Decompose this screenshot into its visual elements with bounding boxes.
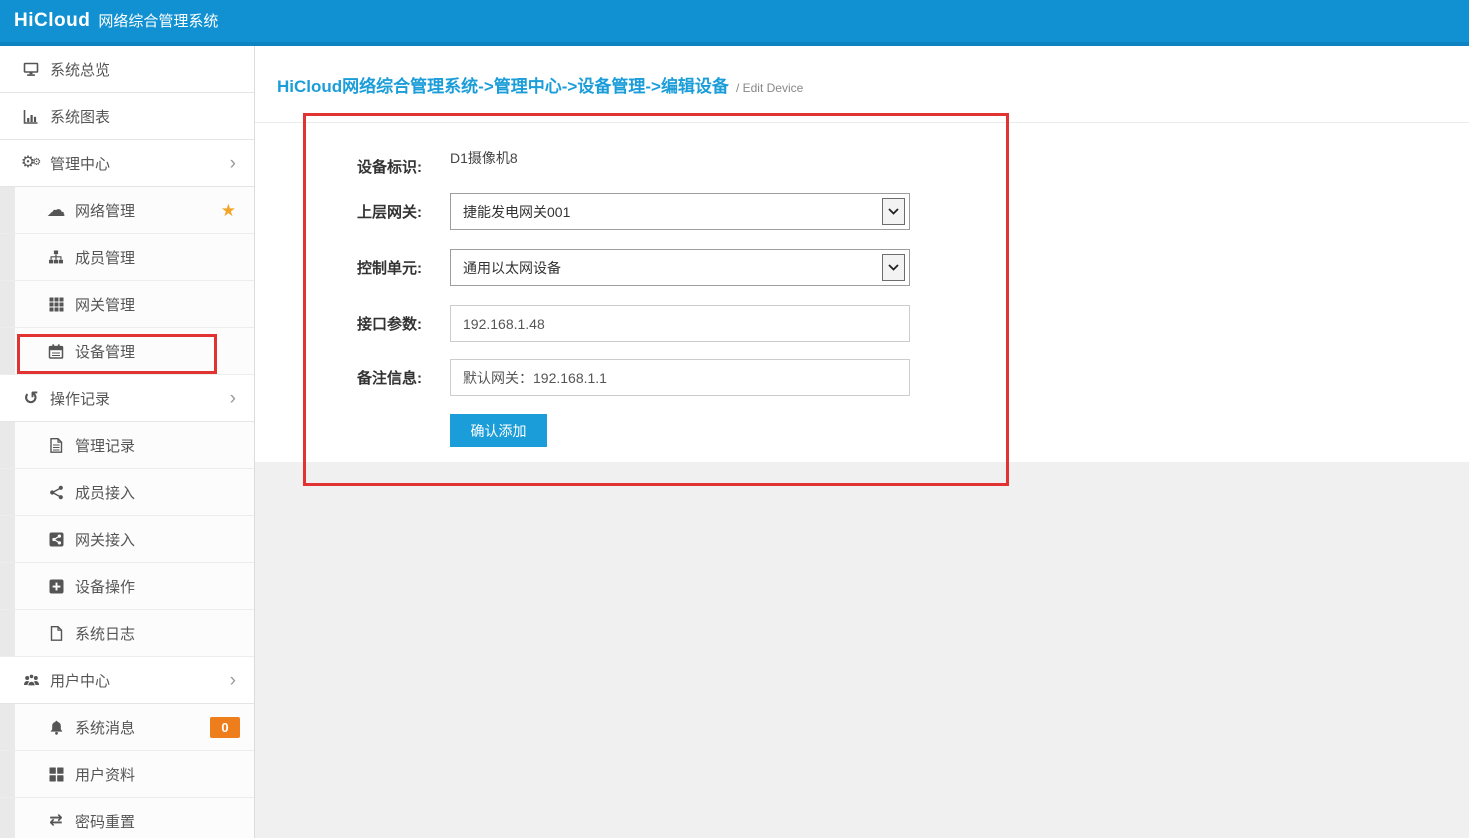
file-icon [45, 626, 67, 641]
sidebar-item-label: 网络管理 [75, 200, 135, 221]
interface-params-label: 接口参数: [325, 313, 422, 334]
sidebar-item-management-center[interactable]: ⚙⚙ 管理中心 › [0, 140, 254, 187]
sidebar-item-system-messages[interactable]: 系统消息 0 [0, 704, 254, 751]
users-icon [20, 673, 42, 688]
th-large-icon [45, 767, 67, 782]
sidebar-item-label: 操作记录 [50, 388, 110, 409]
main-content: HiCloud网络综合管理系统->管理中心->设备管理->编辑设备/ Edit … [255, 46, 1469, 838]
form-row-remark: 备注信息: [325, 359, 910, 396]
sidebar-item-operation-records[interactable]: ↺ 操作记录 › [0, 375, 254, 422]
sidebar-item-label: 成员管理 [75, 247, 135, 268]
sidebar: 系统总览 系统图表 ⚙⚙ 管理中心 › ☁ 网络管理 ★ 成员管理 [0, 46, 255, 838]
content-background [255, 462, 1469, 838]
bar-chart-icon [20, 109, 42, 124]
bell-icon [45, 720, 67, 735]
sidebar-item-device-operation[interactable]: 设备操作 [0, 563, 254, 610]
breadcrumb-separator: -> [645, 77, 661, 96]
device-id-value: D1摄像机8 [450, 147, 518, 168]
breadcrumb-separator: -> [478, 77, 494, 96]
sidebar-item-label: 成员接入 [75, 482, 135, 503]
upper-gateway-select[interactable]: 捷能发电网关001 [450, 193, 910, 230]
control-unit-label: 控制单元: [325, 257, 422, 278]
sidebar-item-network-management[interactable]: ☁ 网络管理 ★ [0, 187, 254, 234]
retweet-icon: ⇄ [45, 813, 67, 829]
breadcrumb: HiCloud网络综合管理系统->管理中心->设备管理->编辑设备/ Edit … [255, 46, 1469, 123]
sidebar-item-label: 系统总览 [50, 59, 110, 80]
control-unit-select[interactable]: 通用以太网设备 [450, 249, 910, 286]
desktop-icon [20, 62, 42, 77]
form-row-device-id: 设备标识: D1摄像机8 [325, 147, 518, 177]
sidebar-item-label: 管理中心 [50, 153, 110, 174]
sidebar-item-password-reset[interactable]: ⇄ 密码重置 [0, 798, 254, 838]
sidebar-item-system-charts[interactable]: 系统图表 [0, 93, 254, 140]
sidebar-item-label: 网关接入 [75, 529, 135, 550]
cloud-icon: ☁ [45, 201, 67, 220]
form-row-control-unit: 控制单元: 通用以太网设备 [325, 249, 910, 286]
sidebar-item-member-management[interactable]: 成员管理 [0, 234, 254, 281]
sidebar-item-member-access[interactable]: 成员接入 [0, 469, 254, 516]
history-icon: ↺ [20, 389, 42, 407]
upper-gateway-selected-value: 捷能发电网关001 [463, 202, 882, 222]
breadcrumb-segment-management-center[interactable]: 管理中心 [494, 77, 562, 96]
chevron-right-icon: › [230, 671, 236, 690]
sidebar-item-label: 系统消息 [75, 717, 135, 738]
brand-subtitle: 网络综合管理系统 [98, 10, 218, 31]
sitemap-icon [45, 250, 67, 265]
sidebar-item-label: 用户资料 [75, 764, 135, 785]
sidebar-item-label: 网关管理 [75, 294, 135, 315]
favorite-star-icon: ★ [221, 202, 236, 219]
cogs-icon: ⚙⚙ [20, 155, 42, 171]
interface-params-input[interactable] [450, 305, 910, 342]
confirm-add-button[interactable]: 确认添加 [450, 414, 547, 447]
chevron-right-icon: › [230, 154, 236, 173]
sidebar-item-user-profile[interactable]: 用户资料 [0, 751, 254, 798]
plus-square-icon [45, 579, 67, 594]
form-row-interface-params: 接口参数: [325, 305, 910, 342]
edit-device-form: 设备标识: D1摄像机8 上层网关: 捷能发电网关001 控制单元: 通用以太网… [255, 123, 1469, 462]
upper-gateway-label: 上层网关: [325, 201, 422, 222]
breadcrumb-segment-home[interactable]: HiCloud网络综合管理系统 [277, 77, 478, 96]
sidebar-item-system-logs[interactable]: 系统日志 [0, 610, 254, 657]
sidebar-item-label: 系统图表 [50, 106, 110, 127]
chevron-right-icon: › [230, 389, 236, 408]
sidebar-item-label: 设备操作 [75, 576, 135, 597]
app-logo: HiCloud 网络综合管理系统 [14, 10, 218, 32]
device-id-label: 设备标识: [325, 147, 422, 177]
breadcrumb-segment-edit-device[interactable]: 编辑设备 [661, 77, 729, 96]
sidebar-item-label: 用户中心 [50, 670, 110, 691]
sidebar-item-management-records[interactable]: 管理记录 [0, 422, 254, 469]
sidebar-item-system-overview[interactable]: 系统总览 [0, 46, 254, 93]
form-row-upper-gateway: 上层网关: 捷能发电网关001 [325, 193, 910, 230]
dropdown-arrow-icon[interactable] [882, 198, 905, 225]
share-square-icon [45, 532, 67, 547]
sidebar-item-gateway-access[interactable]: 网关接入 [0, 516, 254, 563]
sidebar-item-label: 设备管理 [75, 341, 135, 362]
app-header: HiCloud 网络综合管理系统 [0, 0, 1469, 46]
sidebar-item-user-center[interactable]: 用户中心 › [0, 657, 254, 704]
file-text-icon [45, 438, 67, 453]
sidebar-item-gateway-management[interactable]: 网关管理 [0, 281, 254, 328]
sidebar-item-label: 系统日志 [75, 623, 135, 644]
remark-input[interactable] [450, 359, 910, 396]
grid-icon [45, 297, 67, 312]
control-unit-selected-value: 通用以太网设备 [463, 258, 882, 278]
dropdown-arrow-icon[interactable] [882, 254, 905, 281]
breadcrumb-suffix: / Edit Device [736, 81, 803, 95]
sidebar-item-label: 密码重置 [75, 811, 135, 832]
breadcrumb-separator: -> [562, 77, 578, 96]
sidebar-item-label: 管理记录 [75, 435, 135, 456]
calendar-icon [45, 344, 67, 359]
breadcrumb-segment-device-management[interactable]: 设备管理 [577, 77, 645, 96]
sidebar-item-device-management[interactable]: 设备管理 [0, 328, 254, 375]
remark-label: 备注信息: [325, 367, 422, 388]
share-icon [45, 485, 67, 500]
brand-name: HiCloud [14, 10, 90, 32]
message-count-badge: 0 [210, 717, 240, 738]
